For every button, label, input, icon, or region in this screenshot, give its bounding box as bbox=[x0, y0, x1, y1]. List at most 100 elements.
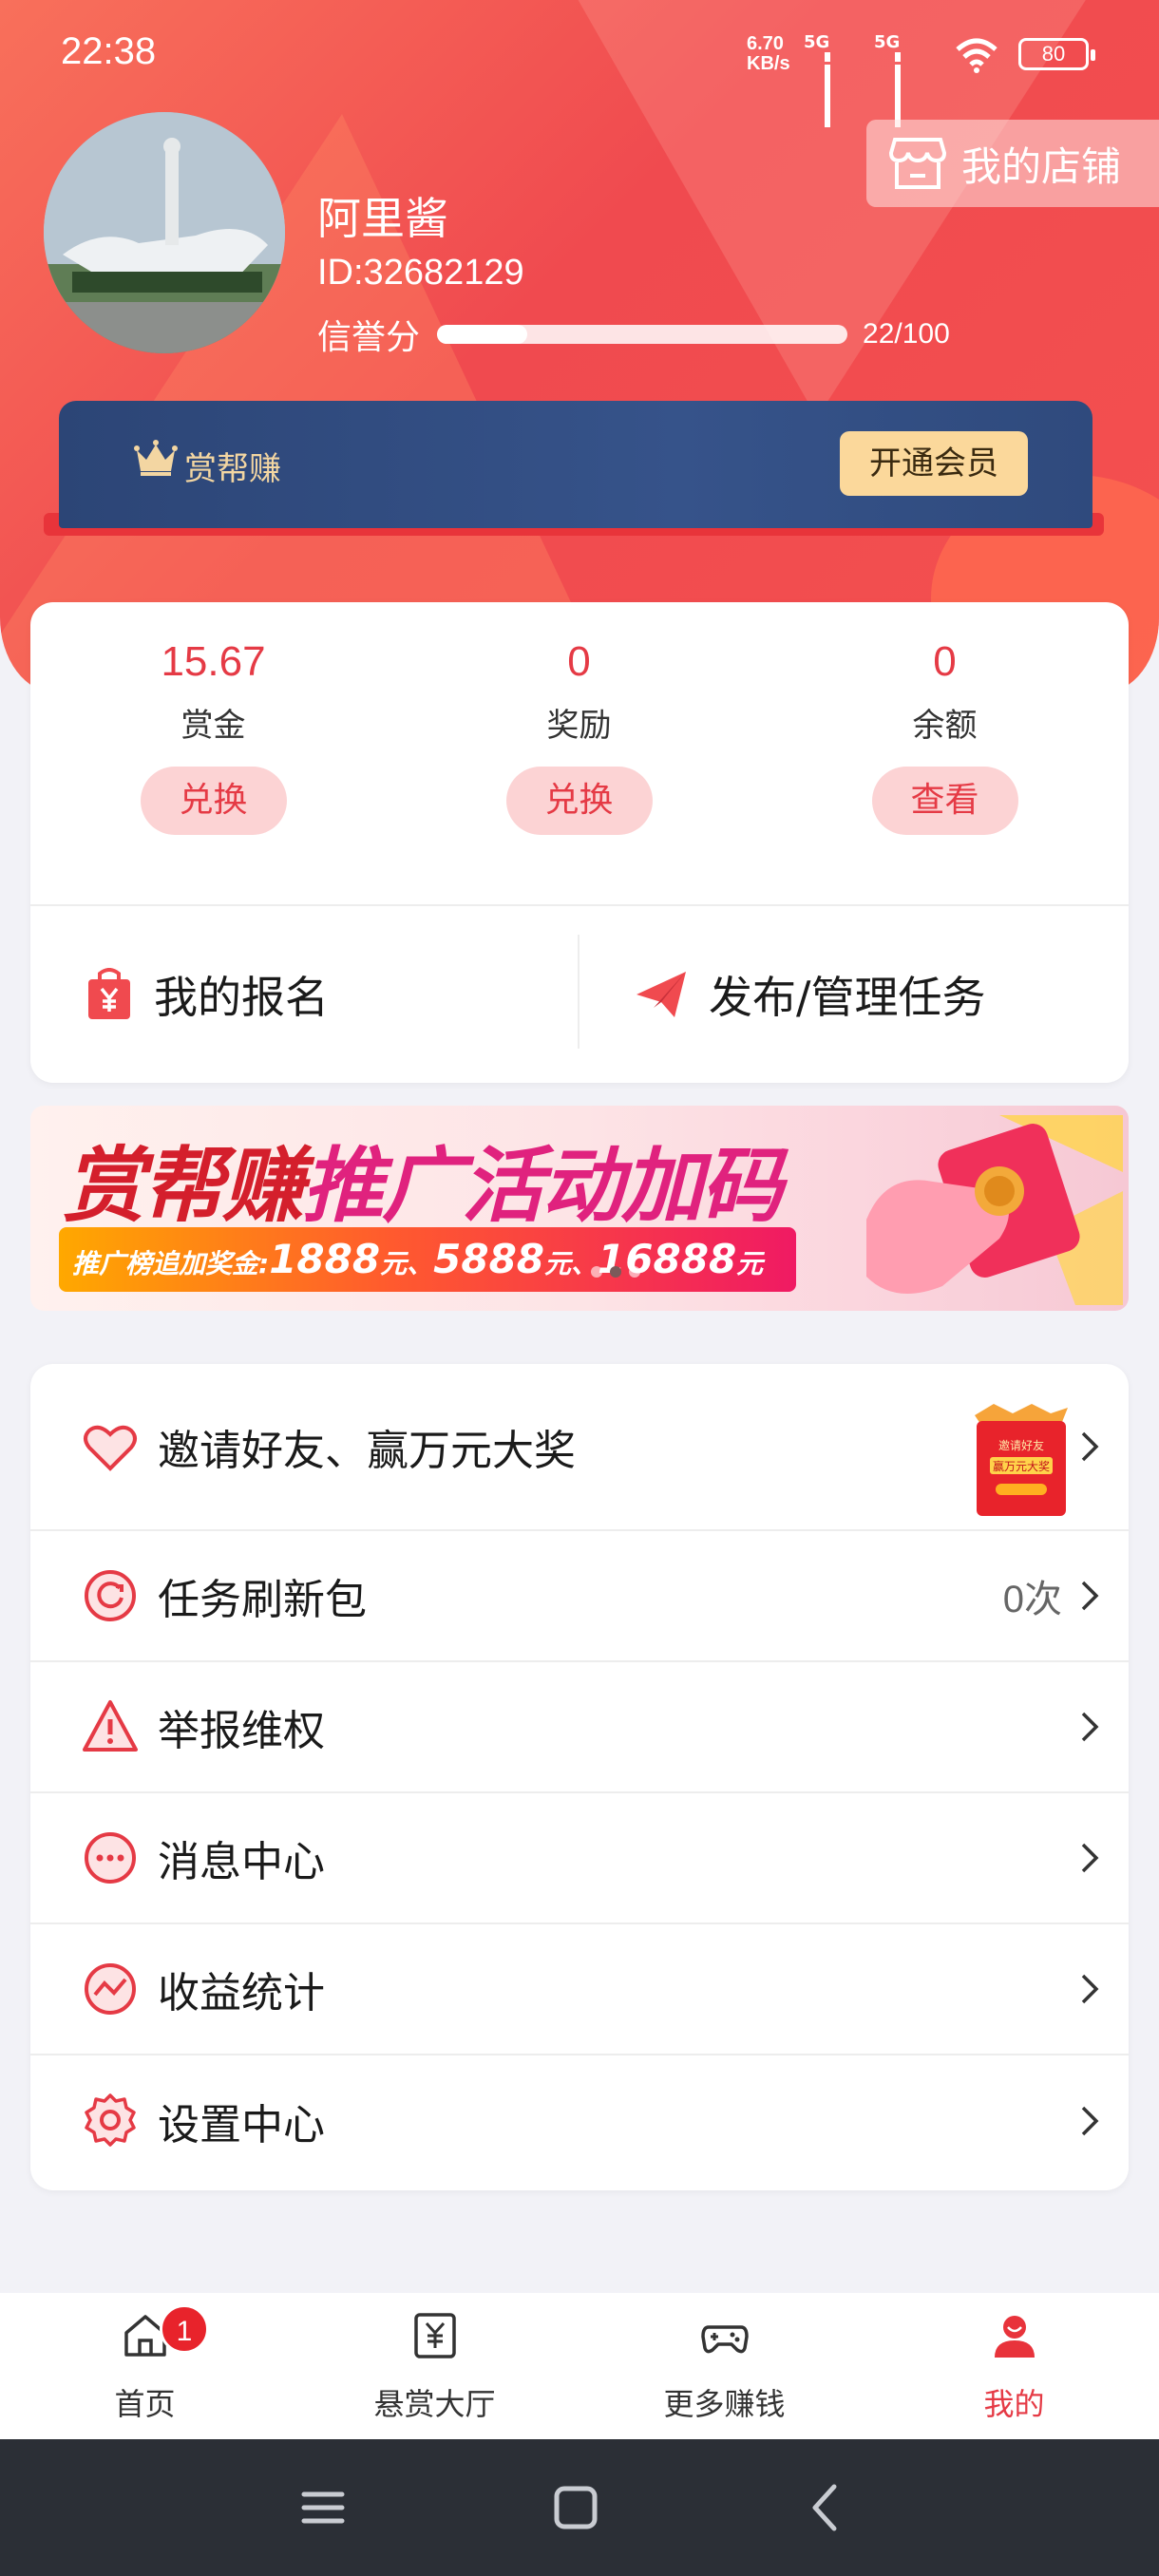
user-id: ID:32682129 bbox=[317, 253, 524, 293]
gamepad-icon bbox=[701, 2325, 749, 2354]
tab-reward-hall[interactable]: 悬赏大厅 bbox=[290, 2293, 580, 2439]
pagination-dot[interactable] bbox=[591, 1266, 602, 1278]
bounty-exchange-button[interactable]: 兑换 bbox=[140, 767, 287, 835]
menu-item-right bbox=[1079, 1841, 1100, 1875]
back-icon[interactable] bbox=[792, 2473, 861, 2542]
wifi-icon bbox=[956, 38, 998, 73]
menu-item-label: 消息中心 bbox=[158, 1838, 325, 1886]
bottom-tab-bar: 1 首页 悬赏大厅 更多赚钱 我的 bbox=[0, 2293, 1159, 2439]
home-square-icon[interactable] bbox=[542, 2473, 610, 2542]
banner-bonus-strip: 推广榜追加奖金:1888元、5888元、16888元 bbox=[59, 1227, 796, 1292]
menu-item-refresh-pack[interactable]: 任务刷新包 0次 bbox=[30, 1531, 1129, 1662]
menu-item-right bbox=[1079, 1710, 1100, 1744]
crown-icon bbox=[134, 440, 178, 476]
shopping-bag-yen-icon bbox=[88, 968, 130, 1019]
balance-amount: 0 bbox=[933, 638, 957, 685]
banner-pagination bbox=[591, 1263, 648, 1281]
menu-card: 邀请好友、赢万元大奖 邀请好友 赢万元大奖 任务刷新包 0次 举报维权 消息中心… bbox=[30, 1364, 1129, 2190]
balance-label: 余额 bbox=[912, 707, 978, 745]
credit-score: 信誉分 22/100 bbox=[317, 310, 950, 359]
menu-item-invite-friends[interactable]: 邀请好友、赢万元大奖 邀请好友 赢万元大奖 bbox=[30, 1364, 1129, 1531]
credit-progress-fill bbox=[437, 325, 528, 344]
pagination-dot-active[interactable] bbox=[610, 1266, 621, 1278]
store-icon bbox=[889, 138, 946, 189]
status-time: 22:38 bbox=[61, 30, 157, 72]
chevron-right-icon bbox=[1081, 1843, 1099, 1873]
menu-item-right bbox=[1079, 1430, 1100, 1464]
battery-icon: 80 bbox=[1018, 38, 1095, 70]
heart-icon bbox=[84, 1425, 137, 1471]
menu-item-label: 设置中心 bbox=[158, 2101, 325, 2150]
chevron-right-icon bbox=[1081, 1974, 1099, 2004]
tab-label: 悬赏大厅 bbox=[373, 2386, 496, 2422]
tab-label: 我的 bbox=[983, 2386, 1045, 2422]
wallet-balance: 0 余额 查看 bbox=[762, 602, 1128, 835]
chevron-right-icon bbox=[1081, 1581, 1099, 1611]
refresh-pack-count: 0次 bbox=[1002, 1579, 1062, 1620]
my-signups-label: 我的报名 bbox=[154, 972, 329, 1023]
wallet-reward: 0 奖励 兑换 bbox=[396, 602, 762, 835]
home-notification-badge: 1 bbox=[160, 2304, 209, 2354]
reward-label: 奖励 bbox=[546, 707, 612, 745]
publish-manage-tasks-link[interactable]: 发布/管理任务 bbox=[635, 906, 986, 1083]
credit-progress-bar bbox=[437, 325, 848, 344]
menu-item-label: 举报维权 bbox=[158, 1707, 325, 1755]
wallet-card: 15.67 赏金 兑换 0 奖励 兑换 0 余额 查看 我的报名 发布/管理任务 bbox=[30, 602, 1129, 1083]
svg-text:邀请好友: 邀请好友 bbox=[998, 1438, 1044, 1452]
tab-label: 更多赚钱 bbox=[663, 2386, 786, 2422]
vip-brand: 赏帮赚 bbox=[184, 450, 281, 488]
tab-mine[interactable]: 我的 bbox=[869, 2293, 1159, 2439]
tab-more-earning[interactable]: 更多赚钱 bbox=[580, 2293, 869, 2439]
publish-manage-tasks-label: 发布/管理任务 bbox=[709, 972, 986, 1023]
message-icon bbox=[85, 1832, 136, 1884]
red-envelope-hand-illustration bbox=[866, 1115, 1123, 1305]
status-bar: 22:38 6.70 KB/s 5G 5G 80 bbox=[0, 0, 1159, 127]
credit-value: 22/100 bbox=[863, 318, 950, 350]
chevron-right-icon bbox=[1081, 1712, 1099, 1742]
divider bbox=[578, 935, 580, 1049]
menu-icon[interactable] bbox=[289, 2473, 357, 2542]
menu-item-settings[interactable]: 设置中心 bbox=[30, 2055, 1129, 2187]
svg-text:赢万元大奖: 赢万元大奖 bbox=[993, 1459, 1050, 1473]
warning-icon bbox=[83, 1700, 138, 1752]
chevron-right-icon bbox=[1081, 1431, 1099, 1462]
reward-exchange-button[interactable]: 兑换 bbox=[505, 767, 653, 835]
menu-item-report[interactable]: 举报维权 bbox=[30, 1662, 1129, 1793]
menu-item-right bbox=[1079, 2104, 1100, 2138]
username: 阿里酱 bbox=[317, 193, 448, 244]
banner-title: 赏帮赚推广活动加码 bbox=[63, 1139, 783, 1234]
reward-hall-icon bbox=[414, 2313, 456, 2358]
menu-item-label: 任务刷新包 bbox=[158, 1576, 367, 1624]
network-speed: 6.70 KB/s bbox=[747, 33, 790, 74]
avatar-image bbox=[44, 112, 285, 353]
red-envelope-icon: 邀请好友 赢万元大奖 bbox=[975, 1404, 1068, 1516]
vip-bar[interactable]: 赏帮赚 开通会员 bbox=[59, 401, 1092, 528]
balance-view-button[interactable]: 查看 bbox=[871, 767, 1018, 835]
tab-label: 首页 bbox=[114, 2386, 176, 2422]
wallet-bounty: 15.67 赏金 兑换 bbox=[30, 602, 396, 835]
user-icon bbox=[995, 2316, 1035, 2358]
chart-icon bbox=[85, 1963, 136, 2015]
my-shop-button[interactable]: 我的店铺 bbox=[866, 120, 1159, 207]
menu-item-earnings-stats[interactable]: 收益统计 bbox=[30, 1924, 1129, 2055]
my-signups-link[interactable]: 我的报名 bbox=[86, 906, 329, 1083]
paper-plane-icon bbox=[636, 972, 686, 1017]
pagination-dot[interactable] bbox=[629, 1266, 640, 1278]
open-membership-button[interactable]: 开通会员 bbox=[840, 431, 1028, 496]
menu-item-right: 0次 bbox=[1003, 1568, 1100, 1623]
my-shop-label: 我的店铺 bbox=[961, 142, 1122, 190]
credit-label: 信誉分 bbox=[317, 318, 421, 357]
chevron-right-icon bbox=[1081, 2106, 1099, 2136]
refresh-icon bbox=[85, 1570, 136, 1621]
avatar[interactable] bbox=[44, 112, 285, 353]
tab-home[interactable]: 1 首页 bbox=[0, 2293, 290, 2439]
system-navigation-bar bbox=[0, 2439, 1159, 2576]
menu-item-messages[interactable]: 消息中心 bbox=[30, 1793, 1129, 1924]
promo-banner[interactable]: 赏帮赚推广活动加码 推广榜追加奖金:1888元、5888元、16888元 bbox=[30, 1106, 1129, 1311]
menu-item-label: 收益统计 bbox=[158, 1969, 325, 2017]
bounty-label: 赏金 bbox=[180, 707, 246, 745]
reward-amount: 0 bbox=[567, 638, 591, 685]
menu-item-right bbox=[1079, 1972, 1100, 2006]
bounty-amount: 15.67 bbox=[161, 638, 266, 685]
menu-item-label: 邀请好友、赢万元大奖 bbox=[158, 1427, 576, 1475]
